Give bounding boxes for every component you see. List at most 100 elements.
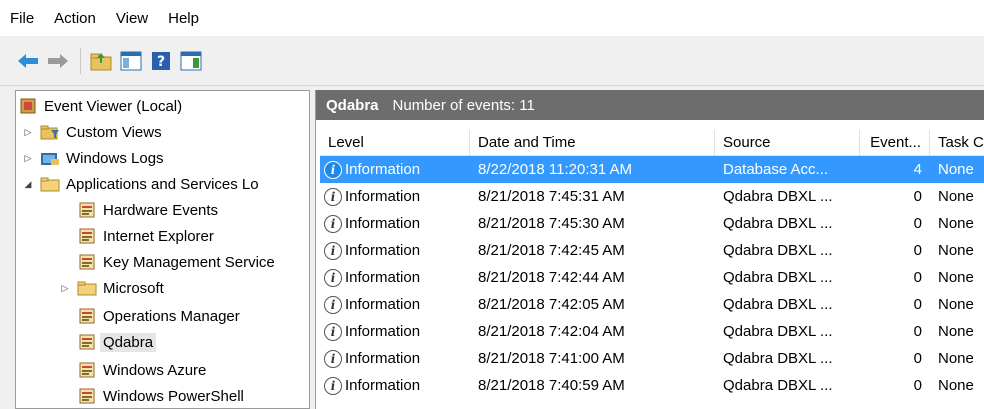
tree-item-qdabra[interactable]: Qdabra <box>77 329 157 355</box>
panel-header: Qdabra Number of events: 11 <box>316 90 984 120</box>
menu-file[interactable]: File <box>10 10 34 27</box>
tree-item-label: Windows Logs <box>66 149 164 167</box>
cell-task-category: None <box>938 161 974 178</box>
table-row[interactable]: i Information 8/21/2018 7:41:00 AM Qdabra D… <box>320 345 984 372</box>
log-icon <box>77 361 97 379</box>
information-icon: i <box>324 160 342 179</box>
toolbar: ? <box>0 36 984 86</box>
svg-text:?: ? <box>157 54 165 70</box>
cell-task-category: None <box>938 377 974 394</box>
table-row[interactable]: i Information 8/22/2018 11:20:31 AM Databas… <box>320 156 984 183</box>
cell-level: i Information <box>320 237 470 264</box>
tree-item-label: Windows PowerShell <box>103 387 244 405</box>
menu-view[interactable]: View <box>116 10 148 27</box>
cell-level: i Information <box>320 345 470 372</box>
tree-item-custom-views[interactable]: ▷ Custom Views <box>22 119 162 145</box>
cell-task-category: None <box>938 188 974 205</box>
console-tree: Event Viewer (Local) ▷ Custom Views ▷ Wi… <box>15 90 310 409</box>
tree-item-key-management-service[interactable]: Key Management Service <box>77 249 275 275</box>
cell-event-id: 0 <box>913 350 922 367</box>
cell-level-text: Information <box>345 215 421 232</box>
column-header-level[interactable]: Level <box>320 130 470 155</box>
cell-source: Qdabra DBXL ... <box>723 296 833 313</box>
information-icon: i <box>324 241 342 260</box>
information-icon: i <box>324 187 342 206</box>
expand-arrow-icon[interactable]: ▷ <box>22 127 34 138</box>
cell-event-id: 0 <box>913 269 922 286</box>
cell-source: Qdabra DBXL ... <box>723 215 833 232</box>
windows-logs-icon <box>40 149 60 167</box>
expand-arrow-icon[interactable]: ▷ <box>59 283 71 294</box>
cell-level-text: Information <box>345 269 421 286</box>
cell-level: i Information <box>320 291 470 318</box>
tree-item-label: Hardware Events <box>103 201 219 219</box>
cell-date-time: 8/21/2018 7:42:44 AM <box>478 269 625 286</box>
cell-date-time: 8/21/2018 7:41:00 AM <box>478 350 625 367</box>
toolbar-separator <box>80 47 81 74</box>
cell-event-id: 0 <box>913 296 922 313</box>
event-list-panel: Qdabra Number of events: 11 Level Date a… <box>315 90 984 409</box>
tree-item-windows-azure[interactable]: Windows Azure <box>77 357 206 383</box>
help-icon[interactable]: ? <box>149 49 173 73</box>
cell-task-category: None <box>938 296 974 313</box>
collapse-arrow-icon[interactable]: ◢ <box>22 179 34 190</box>
information-icon: i <box>324 268 342 287</box>
table-row[interactable]: i Information 8/21/2018 7:42:45 AM Qdabra D… <box>320 237 984 264</box>
tree-item-label: Internet Explorer <box>103 227 214 245</box>
tree-item-label: Operations Manager <box>103 307 240 325</box>
menu-bar: File Action View Help <box>0 0 984 36</box>
cell-task-category: None <box>938 269 974 286</box>
cell-level: i Information <box>320 156 470 183</box>
column-header-source[interactable]: Source <box>715 130 860 155</box>
log-icon <box>77 227 97 245</box>
column-header-event-id[interactable]: Event... <box>860 130 930 155</box>
tree-item-label: Key Management Service <box>103 253 275 271</box>
cell-source: Qdabra DBXL ... <box>723 242 833 259</box>
table-row[interactable]: i Information 8/21/2018 7:45:30 AM Qdabra D… <box>320 210 984 237</box>
show-hide-tree-icon[interactable] <box>119 49 143 73</box>
cell-level-text: Information <box>345 377 421 394</box>
show-hide-action-pane-icon[interactable] <box>179 49 203 73</box>
tree-item-windows-powershell[interactable]: Windows PowerShell <box>77 383 244 408</box>
folder-icon <box>40 175 60 193</box>
cell-level-text: Information <box>345 161 421 178</box>
column-header-task-category[interactable]: Task C <box>930 130 984 155</box>
tree-item-hardware-events[interactable]: Hardware Events <box>77 197 218 223</box>
cell-level-text: Information <box>345 323 421 340</box>
up-folder-icon[interactable] <box>89 49 113 73</box>
cell-event-id: 0 <box>913 377 922 394</box>
table-row[interactable]: i Information 8/21/2018 7:42:05 AM Qdabra D… <box>320 291 984 318</box>
back-arrow-icon[interactable] <box>16 49 40 73</box>
cell-task-category: None <box>938 242 974 259</box>
tree-item-internet-explorer[interactable]: Internet Explorer <box>77 223 214 249</box>
tree-item-applications-and-services[interactable]: ◢ Applications and Services Lo <box>22 171 259 197</box>
information-icon: i <box>324 322 342 341</box>
tree-item-microsoft[interactable]: ▷ Microsoft <box>59 275 164 301</box>
menu-help[interactable]: Help <box>168 10 199 27</box>
column-header-date-time[interactable]: Date and Time <box>470 130 715 155</box>
menu-action[interactable]: Action <box>54 10 96 27</box>
tree-item-operations-manager[interactable]: Operations Manager <box>77 303 240 329</box>
forward-arrow-icon[interactable] <box>46 49 70 73</box>
folder-icon <box>77 279 97 297</box>
cell-date-time: 8/21/2018 7:40:59 AM <box>478 377 625 394</box>
expand-arrow-icon[interactable]: ▷ <box>22 153 34 164</box>
cell-source: Qdabra DBXL ... <box>723 269 833 286</box>
table-row[interactable]: i Information 8/21/2018 7:42:04 AM Qdabra D… <box>320 318 984 345</box>
log-title: Qdabra <box>326 96 379 114</box>
information-icon: i <box>324 295 342 314</box>
information-icon: i <box>324 349 342 368</box>
cell-level: i Information <box>320 210 470 237</box>
cell-date-time: 8/22/2018 11:20:31 AM <box>478 161 633 178</box>
table-row[interactable]: i Information 8/21/2018 7:42:44 AM Qdabra D… <box>320 264 984 291</box>
tree-item-event-viewer-local[interactable]: Event Viewer (Local) <box>18 93 182 119</box>
table-row[interactable]: i Information 8/21/2018 7:45:31 AM Qdabra D… <box>320 183 984 210</box>
log-icon <box>77 333 97 351</box>
cell-date-time: 8/21/2018 7:42:05 AM <box>478 296 625 313</box>
table-row[interactable]: i Information 8/21/2018 7:40:59 AM Qdabra D… <box>320 372 984 399</box>
tree-item-label: Custom Views <box>66 123 162 141</box>
tree-item-windows-logs[interactable]: ▷ Windows Logs <box>22 145 164 171</box>
cell-source: Qdabra DBXL ... <box>723 377 833 394</box>
cell-event-id: 0 <box>913 242 922 259</box>
cell-event-id: 0 <box>913 323 922 340</box>
